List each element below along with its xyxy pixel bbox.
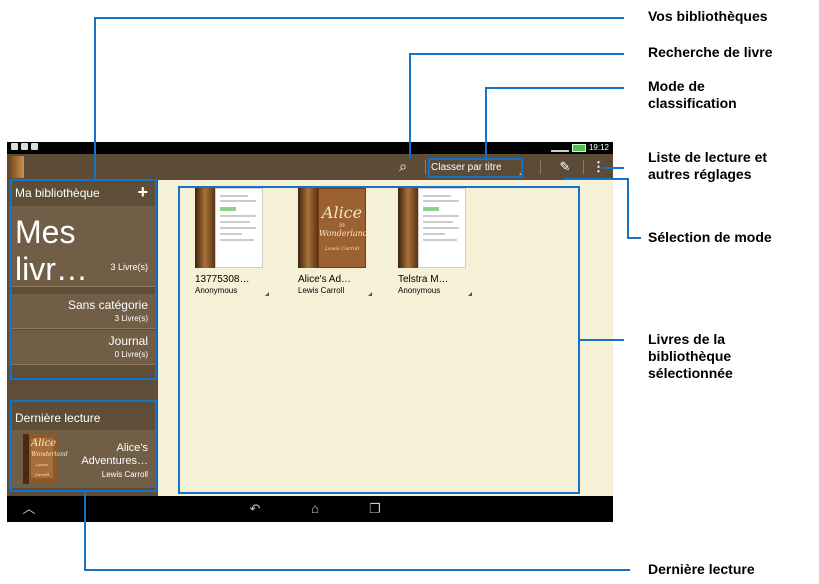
callout-reading-line1: Liste de lecture et: [648, 149, 768, 165]
callout-line: [94, 17, 624, 19]
pencil-icon[interactable]: ✎: [558, 159, 572, 175]
callout-books-line3: sélectionnée: [648, 365, 733, 381]
divider: [425, 160, 426, 174]
callout-mode: Sélection de mode: [648, 229, 772, 245]
notification-icon: [11, 143, 18, 150]
books-highlight-box: [178, 186, 580, 494]
callout-line: [84, 569, 630, 571]
back-icon[interactable]: ↶: [245, 500, 265, 518]
callout-sort: Mode de classification: [648, 78, 737, 112]
callout-line: [627, 237, 641, 239]
callout-line: [84, 492, 86, 571]
home-icon[interactable]: ⌂: [305, 500, 325, 518]
callout-books-line2: bibliothèque: [648, 348, 732, 364]
battery-icon: [571, 143, 586, 152]
callout-line: [563, 178, 629, 180]
status-bar: 19:12: [7, 142, 613, 154]
recent-apps-icon[interactable]: ❐: [365, 500, 385, 518]
callout-reading-line2: autres réglages: [648, 166, 752, 182]
signal-icon: [550, 143, 569, 152]
search-icon[interactable]: ⌕: [395, 158, 411, 174]
callout-libraries: Vos bibliothèques: [648, 8, 768, 24]
callout-books-line1: Livres de la: [648, 331, 726, 347]
libraries-highlight-box: [10, 179, 157, 380]
divider: [583, 160, 584, 174]
system-nav-bar: ︿ ↶ ⌂ ❐: [7, 496, 613, 522]
recent-highlight-box: [10, 400, 157, 492]
callout-sort-line2: classification: [648, 95, 737, 111]
callout-last-read: Dernière lecture: [648, 561, 755, 577]
app-book-icon[interactable]: [10, 156, 24, 178]
notification-icons: [11, 143, 38, 150]
clock: 19:12: [588, 143, 609, 152]
callout-reading-list: Liste de lecture et autres réglages: [648, 149, 767, 183]
callout-line: [485, 87, 624, 89]
callout-line: [485, 87, 487, 159]
notification-icon: [21, 143, 28, 150]
callout-line: [409, 53, 411, 159]
divider: [540, 160, 541, 174]
callout-search: Recherche de livre: [648, 44, 773, 60]
callout-line: [580, 339, 624, 341]
notification-icon: [31, 143, 38, 150]
sort-highlight-box: [428, 158, 523, 178]
hide-bar-icon[interactable]: ︿: [19, 500, 39, 518]
callout-line: [602, 167, 624, 169]
callout-line: [94, 17, 96, 181]
callout-line: [627, 178, 629, 239]
callout-sort-line1: Mode de: [648, 78, 705, 94]
callout-line: [409, 53, 624, 55]
callout-books: Livres de la bibliothèque sélectionnée: [648, 331, 733, 382]
system-icons: 19:12: [550, 143, 609, 152]
